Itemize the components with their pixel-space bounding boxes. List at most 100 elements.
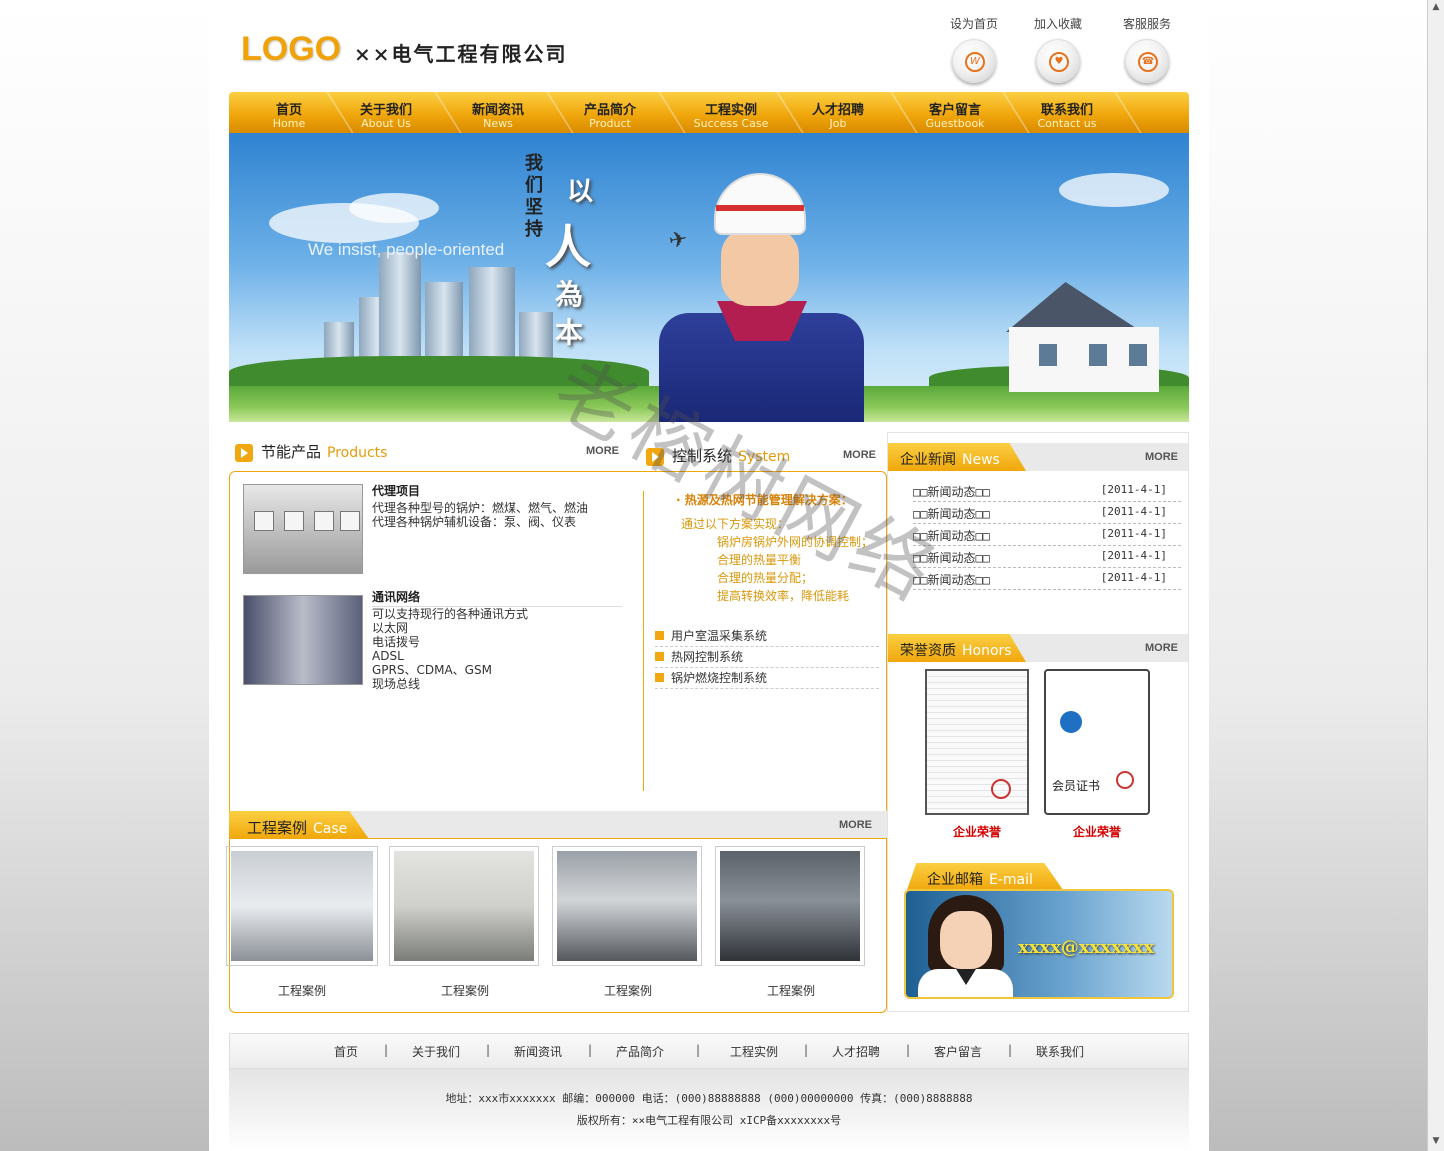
news-title[interactable]: □□新闻动态□□ xyxy=(913,527,990,544)
footer-link[interactable]: 新闻资讯 xyxy=(514,1043,562,1060)
news-title-en: News xyxy=(962,452,1000,468)
news-date: [2011-4-1] xyxy=(1100,527,1167,540)
system-point: 合理的热量分配； xyxy=(717,571,814,585)
news-title[interactable]: □□新闻动态□□ xyxy=(913,505,990,522)
honors-title-cn: 荣誉资质 xyxy=(900,643,956,659)
certificate-label[interactable]: 企业荣誉 xyxy=(925,823,1029,840)
footer-link[interactable]: 关于我们 xyxy=(412,1043,460,1060)
nav-about[interactable]: 关于我们 About Us xyxy=(351,92,421,133)
news-date: [2011-4-1] xyxy=(1100,483,1167,496)
logo[interactable]: LOGO xyxy=(241,30,341,69)
cloud xyxy=(1059,173,1169,207)
email-address[interactable]: xxxx@xxxxxxx xyxy=(1018,937,1154,958)
case-label[interactable]: 工程案例 xyxy=(227,982,377,999)
product-image-cabinets[interactable] xyxy=(243,595,363,685)
nav-label: 首页 xyxy=(275,103,302,118)
footer-separator: | xyxy=(1008,1043,1013,1057)
product-line: 代理各种型号的锅炉：燃煤、燃气、燃油 xyxy=(372,501,589,515)
customer-service-link[interactable]: 客服服务 ☎ xyxy=(1112,15,1182,83)
nav-product[interactable]: 产品简介 Product xyxy=(575,92,645,133)
home-page-icon[interactable]: W xyxy=(952,39,996,83)
email-banner[interactable]: xxxx@xxxxxxx xyxy=(904,889,1174,999)
system-list-item[interactable]: 用户室温采集系统 xyxy=(655,626,879,647)
news-item[interactable]: □□新闻动态□□ [2011-4-1] xyxy=(913,568,1181,590)
column-divider xyxy=(643,491,644,791)
news-more-link[interactable]: MORE xyxy=(1145,451,1178,463)
footer-link[interactable]: 产品简介 xyxy=(616,1043,664,1060)
case-label[interactable]: 工程案例 xyxy=(553,982,703,999)
news-title[interactable]: □□新闻动态□□ xyxy=(913,571,990,588)
product-heading-agency[interactable]: 代理项目 xyxy=(372,482,420,499)
cases-panel: 工程案例 工程案例 工程案例 工程案例 xyxy=(226,839,887,1013)
service-phone-icon[interactable]: ☎ xyxy=(1125,39,1169,83)
footer-separator: | xyxy=(588,1043,593,1057)
products-more-link[interactable]: MORE xyxy=(586,445,619,457)
play-icon xyxy=(646,447,664,466)
honors-tab: 荣誉资质 Honors xyxy=(888,634,1026,662)
system-list: 用户室温采集系统 热网控制系统 锅炉燃烧控制系统 xyxy=(655,626,879,689)
news-date: [2011-4-1] xyxy=(1100,505,1167,518)
nav-home[interactable]: 首页 Home xyxy=(257,92,321,133)
emca-badge-icon xyxy=(1060,711,1082,733)
case-card[interactable]: 工程案例 xyxy=(552,846,702,998)
certificate-image[interactable]: 会员证书 xyxy=(1044,669,1150,815)
seal-icon xyxy=(1116,771,1134,789)
case-card[interactable]: 工程案例 xyxy=(389,846,539,998)
house-window xyxy=(1039,344,1057,366)
footer-separator: | xyxy=(486,1043,491,1057)
slogan-char-2: 人 xyxy=(545,220,591,274)
footer-separator: | xyxy=(804,1043,809,1057)
nav-sublabel: About Us xyxy=(361,117,411,130)
case-card[interactable]: 工程案例 xyxy=(715,846,865,998)
scroll-down-icon[interactable]: ▼ xyxy=(1431,1136,1441,1146)
news-title[interactable]: □□新闻动态□□ xyxy=(913,483,990,500)
footer-link[interactable]: 联系我们 xyxy=(1036,1043,1084,1060)
cases-title-cn: 工程案例 xyxy=(247,819,308,837)
news-tab: 企业新闻 News xyxy=(888,443,1026,471)
favorite-icon[interactable]: ♥ xyxy=(1036,39,1080,83)
footer-nav: 首页 | 关于我们 | 新闻资讯 | 产品简介 | 工程实例 | 人才招聘 | … xyxy=(229,1033,1189,1069)
footer-link[interactable]: 客户留言 xyxy=(934,1043,982,1060)
product-image-meters[interactable] xyxy=(243,484,363,574)
house-image xyxy=(979,282,1169,392)
nav-contact[interactable]: 联系我们 Contact us xyxy=(1029,92,1105,133)
honors-more-link[interactable]: MORE xyxy=(1145,642,1178,654)
certificate-label[interactable]: 企业荣誉 xyxy=(1045,823,1149,840)
product-heading-network[interactable]: 通讯网络 xyxy=(372,588,420,605)
footer-link[interactable]: 工程实例 xyxy=(730,1043,778,1060)
system-point: 锅炉房锅炉外网的协调控制； xyxy=(717,535,874,549)
system-list-item[interactable]: 锅炉燃烧控制系统 xyxy=(655,668,879,689)
footer-link[interactable]: 首页 xyxy=(334,1043,358,1060)
news-date: [2011-4-1] xyxy=(1100,571,1167,584)
system-list-item[interactable]: 热网控制系统 xyxy=(655,647,879,668)
case-card[interactable]: 工程案例 xyxy=(226,846,378,998)
product-line: 以太网 xyxy=(372,621,409,635)
service-agent-image xyxy=(918,895,1013,997)
footer-link[interactable]: 人才招聘 xyxy=(832,1043,880,1060)
footer-info: 地址：xxx市xxxxxxx 邮编：000000 电话：(000)8888888… xyxy=(229,1069,1189,1151)
nav-news[interactable]: 新闻资讯 News xyxy=(463,92,533,133)
news-item[interactable]: □□新闻动态□□ [2011-4-1] xyxy=(913,480,1181,502)
system-more-link[interactable]: MORE xyxy=(843,449,876,461)
case-label[interactable]: 工程案例 xyxy=(390,982,540,999)
nav-cases[interactable]: 工程实例 Success Case xyxy=(685,92,777,133)
footer-separator: | xyxy=(384,1043,389,1057)
cases-more-link[interactable]: MORE xyxy=(839,819,872,831)
case-label[interactable]: 工程案例 xyxy=(716,982,866,999)
news-item[interactable]: □□新闻动态□□ [2011-4-1] xyxy=(913,546,1181,568)
certificate-image[interactable] xyxy=(925,669,1029,815)
email-title-cn: 企业邮箱 xyxy=(927,872,983,888)
nav-sublabel: Product xyxy=(589,117,631,130)
nav-label: 联系我们 xyxy=(1040,103,1093,118)
nav-job[interactable]: 人才招聘 Job xyxy=(803,92,873,133)
nav-guestbook[interactable]: 客户留言 Guestbook xyxy=(919,92,991,133)
window-scrollbar[interactable]: ▲ ▼ xyxy=(1427,0,1444,1151)
news-title[interactable]: □□新闻动态□□ xyxy=(913,549,990,566)
news-item[interactable]: □□新闻动态□□ [2011-4-1] xyxy=(913,524,1181,546)
add-favorite-link[interactable]: 加入收藏 ♥ xyxy=(1023,15,1093,83)
product-line: GPRS、CDMA、GSM xyxy=(372,663,492,677)
news-item[interactable]: □□新闻动态□□ [2011-4-1] xyxy=(913,502,1181,524)
set-homepage-link[interactable]: 设为首页 W xyxy=(939,15,1009,83)
slogan-char-4: 本 xyxy=(555,316,584,349)
scroll-up-icon[interactable]: ▲ xyxy=(1431,2,1441,12)
